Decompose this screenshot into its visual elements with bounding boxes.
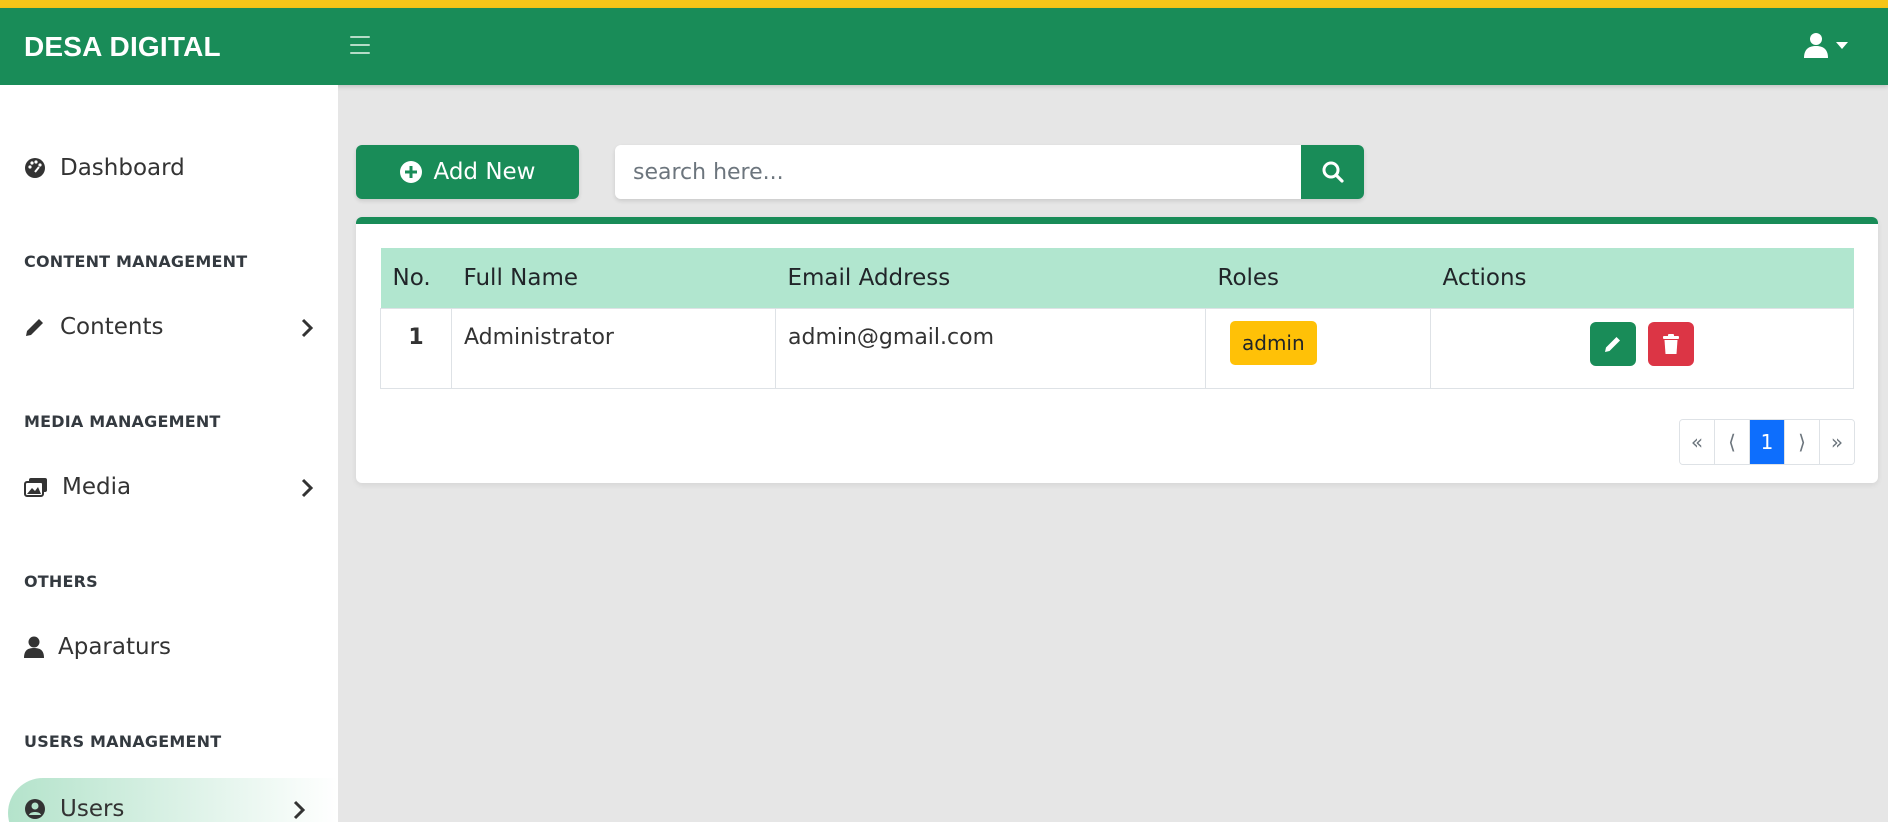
section-header-content: CONTENT MANAGEMENT [24, 252, 248, 271]
users-table: No. Full Name Email Address Roles Action… [380, 248, 1854, 389]
page-prev-button[interactable]: ⟨ [1715, 420, 1750, 464]
cell-roles: admin [1205, 308, 1431, 389]
dashboard-gauge-icon [25, 158, 45, 178]
pencil-icon [1605, 337, 1620, 352]
cell-no: 1 [380, 308, 452, 389]
search-button[interactable] [1301, 145, 1364, 199]
chevron-down-icon [1836, 41, 1848, 49]
sidebar-item-users[interactable]: Users [24, 796, 314, 822]
sidebar-item-label: Media [62, 474, 132, 500]
sidebar-item-contents[interactable]: Contents [24, 314, 314, 340]
plus-circle-icon [400, 161, 423, 183]
main-content: Add New No. Full Name Email Address Role… [338, 85, 1888, 822]
page-last-button[interactable]: » [1820, 420, 1854, 464]
users-card: No. Full Name Email Address Roles Action… [356, 217, 1878, 483]
section-header-others: OTHERS [24, 572, 98, 591]
section-header-media: MEDIA MANAGEMENT [24, 412, 221, 431]
search-icon [1322, 161, 1344, 183]
pagination: « ⟨ 1 ⟩ » [1679, 419, 1855, 465]
user-icon [1804, 33, 1828, 58]
search-group [615, 145, 1364, 199]
trash-icon [1663, 334, 1679, 354]
search-input[interactable] [615, 145, 1301, 199]
user-menu-dropdown[interactable] [1804, 32, 1848, 58]
user-circle-icon [25, 799, 45, 819]
cell-full-name: Administrator [451, 308, 776, 389]
edit-button[interactable] [1590, 322, 1636, 366]
page-next-button[interactable]: ⟩ [1785, 420, 1820, 464]
sidebar: Dashboard CONTENT MANAGEMENT Contents ME… [0, 85, 338, 822]
column-header-actions: Actions [1442, 265, 1527, 291]
page-first-button[interactable]: « [1680, 420, 1715, 464]
images-icon [24, 478, 47, 497]
sidebar-item-label: Users [60, 796, 125, 822]
table-row: 1 Administrator admin@gmail.com admin [380, 308, 1854, 389]
column-header-no: No. [392, 265, 431, 291]
delete-button[interactable] [1648, 322, 1694, 366]
section-header-users: USERS MANAGEMENT [24, 732, 222, 751]
pencil-icon [26, 319, 43, 336]
sidebar-item-aparaturs[interactable]: Aparaturs [24, 634, 314, 660]
cell-actions [1430, 308, 1854, 389]
top-accent-stripe [0, 0, 1888, 8]
add-new-button[interactable]: Add New [356, 145, 579, 199]
sidebar-item-media[interactable]: Media [24, 474, 314, 500]
role-badge: admin [1230, 321, 1317, 365]
hamburger-menu-icon[interactable] [350, 36, 370, 54]
column-header-email: Email Address [787, 265, 951, 291]
chevron-right-icon [293, 800, 306, 820]
sidebar-item-label: Contents [60, 314, 164, 340]
sidebar-item-label: Dashboard [60, 155, 185, 181]
brand-title[interactable]: DESA DIGITAL [24, 31, 221, 63]
column-header-roles: Roles [1217, 265, 1280, 291]
user-icon [24, 636, 44, 658]
page-number-button[interactable]: 1 [1750, 420, 1785, 464]
cell-email: admin@gmail.com [775, 308, 1206, 389]
table-header-row: No. Full Name Email Address Roles Action… [380, 248, 1854, 309]
chevron-right-icon [301, 478, 314, 498]
sidebar-item-label: Aparaturs [58, 634, 172, 660]
top-navbar: DESA DIGITAL [0, 8, 1888, 85]
column-header-full-name: Full Name [463, 265, 579, 291]
sidebar-item-dashboard[interactable]: Dashboard [24, 155, 314, 181]
chevron-right-icon [301, 318, 314, 338]
add-new-label: Add New [433, 159, 536, 185]
